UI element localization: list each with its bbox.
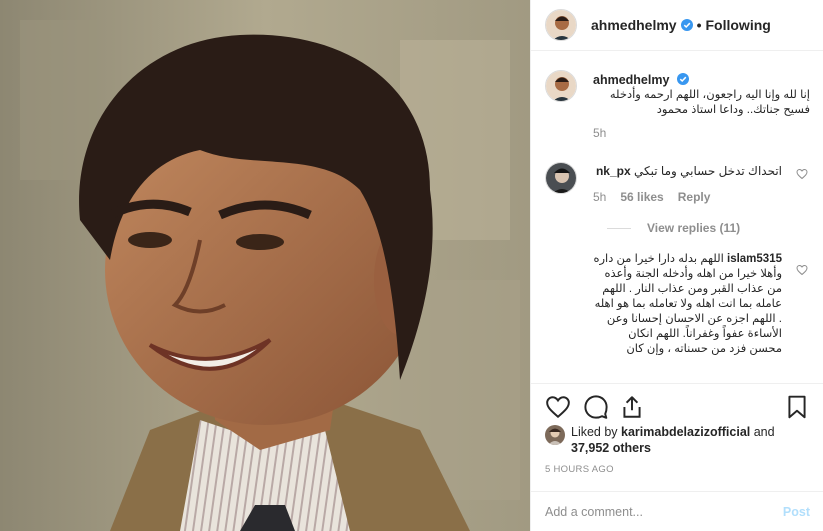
- author-avatar[interactable]: [545, 9, 577, 41]
- caption-username[interactable]: ahmedhelmy: [593, 73, 669, 87]
- verified-icon: [676, 73, 689, 85]
- post-timestamp[interactable]: 5 HOURS AGO: [545, 464, 614, 475]
- bookmark-icon[interactable]: [784, 394, 810, 420]
- comments-list[interactable]: ahmedhelmy إنا لله وإنا اليه راجعون، الل…: [531, 52, 823, 382]
- reply-button[interactable]: Reply: [678, 190, 711, 204]
- header-separator: •: [696, 17, 702, 33]
- commenter-username[interactable]: nk_px: [596, 164, 631, 178]
- action-icon-row: [545, 394, 810, 420]
- comment-text: اللهم بدله دارا خيرا من داره وأهلا خيرا …: [593, 253, 782, 355]
- portrait-image: [0, 0, 530, 531]
- author-username[interactable]: ahmedhelmy: [591, 17, 677, 33]
- share-icon[interactable]: [619, 394, 645, 420]
- caption-text: إنا لله وإنا اليه راجعون، اللهم ارحمه وأ…: [609, 89, 810, 116]
- post-actions: Liked by karimabdelazizofficial and 37,9…: [531, 383, 823, 508]
- likes-middle: and: [750, 425, 775, 439]
- post-photo[interactable]: [0, 0, 530, 531]
- caption-avatar[interactable]: [545, 70, 577, 102]
- add-comment-bar: Post: [531, 491, 823, 531]
- post-header: ahmedhelmy • Following: [531, 0, 823, 51]
- likes-prefix: Liked by: [571, 425, 622, 439]
- liker-username[interactable]: karimabdelazizofficial: [621, 425, 750, 439]
- post-button[interactable]: Post: [783, 505, 810, 519]
- commenter-username[interactable]: islam5315: [727, 253, 782, 265]
- commenter-avatar[interactable]: [545, 162, 577, 194]
- comment-icon[interactable]: [583, 394, 609, 420]
- view-replies-label: View replies (11): [647, 221, 741, 235]
- view-replies-button[interactable]: View replies (11): [607, 221, 740, 235]
- comment-time[interactable]: 5h: [593, 190, 606, 204]
- heart-icon[interactable]: [545, 394, 571, 420]
- comment-text: اتحداك تدخل حسابي وما تبكي: [633, 164, 782, 178]
- likes-summary: Liked by karimabdelazizofficial and 37,9…: [545, 424, 810, 456]
- comment-likes[interactable]: 56 likes: [620, 190, 663, 204]
- likes-count[interactable]: 37,952 others: [571, 441, 651, 455]
- comment-input[interactable]: [545, 504, 783, 519]
- post-side-panel: ahmedhelmy • Following ahmedhelmy إنا لل…: [530, 0, 823, 531]
- comment-like-icon[interactable]: [796, 264, 808, 276]
- liker-avatar[interactable]: [545, 425, 565, 445]
- verified-icon: [680, 19, 693, 31]
- comment-like-icon[interactable]: [796, 168, 808, 180]
- following-button[interactable]: Following: [706, 17, 771, 33]
- caption-time[interactable]: 5h: [593, 126, 606, 140]
- replies-divider: [607, 227, 631, 229]
